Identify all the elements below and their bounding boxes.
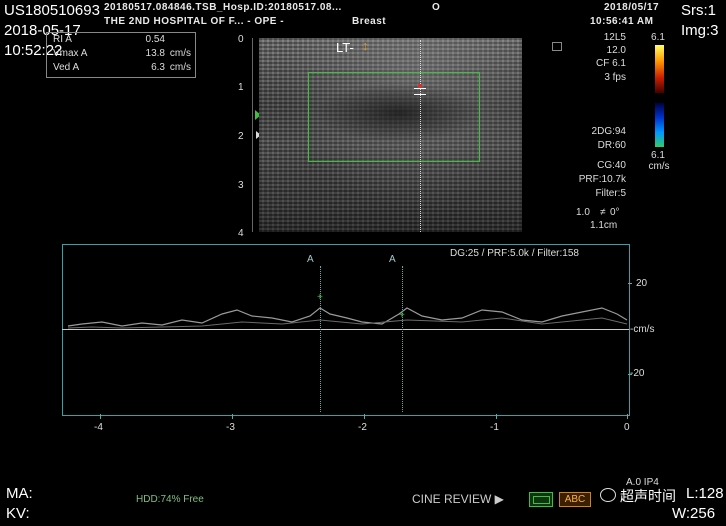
- param-dynamic-range: DR:60: [597, 140, 626, 151]
- measurement-value-vmax: 13.8: [145, 48, 165, 59]
- color-roi-box[interactable]: [308, 72, 480, 162]
- probe-name: 12L5: [603, 32, 626, 43]
- y-tick-20: [628, 283, 632, 284]
- gate-size: 1.1cm: [590, 220, 618, 231]
- window-value: W:256: [672, 505, 716, 522]
- measurement-box: RI A 0.54 Vmax A 13.8 cm/s Ved A 6.3 cm/…: [46, 32, 196, 78]
- series-counter: Srs:1: [681, 2, 717, 19]
- hdd-status: HDD:74% Free: [136, 494, 204, 505]
- param-2d-gain: 2DG:94: [591, 126, 626, 137]
- watermark-text: 超声时间: [620, 488, 676, 504]
- color-scale-top: 6.1: [651, 32, 665, 43]
- x-tick: [364, 414, 365, 419]
- param-prf: PRF:10.7k: [578, 174, 626, 185]
- kv-label: KV:: [6, 505, 30, 522]
- measurement-value-ri: 0.54: [145, 34, 165, 45]
- header-exam-type: Breast: [352, 16, 387, 27]
- depth-label-4: 4: [238, 228, 244, 239]
- level-value: L:128: [686, 485, 724, 502]
- color-scale-bottom: 6.1: [651, 150, 665, 161]
- color-scale-negative: [655, 103, 664, 147]
- patient-id: US180510693: [4, 2, 100, 19]
- x-label-neg3: -3: [226, 422, 235, 433]
- marker-a2-line: [402, 266, 403, 412]
- annotation-abc-button[interactable]: ABC: [559, 492, 591, 507]
- measurement-label-vmax: Vmax A: [53, 48, 88, 59]
- sample-gate-marker-icon: [418, 84, 422, 88]
- x-tick: [232, 414, 233, 419]
- sample-gate-top: [414, 88, 426, 89]
- ma-label: MA:: [6, 485, 33, 502]
- x-label-0: 0: [624, 422, 630, 433]
- color-scale-zero: [655, 93, 664, 95]
- param-color-gain: CG:40: [597, 160, 626, 171]
- color-scale-positive: [655, 45, 664, 93]
- x-tick: [496, 414, 497, 419]
- probe-orientation-icon: [552, 42, 562, 51]
- y-label-unit: -cm/s: [630, 324, 655, 335]
- loop-icon: [533, 496, 550, 504]
- marker-a2-label: A: [389, 254, 396, 265]
- measurement-label-ri: RI A: [53, 34, 72, 45]
- wechat-icon: [600, 488, 616, 502]
- system-time: 10:56:41 AM: [590, 16, 654, 27]
- param-filter: Filter:5: [595, 188, 626, 199]
- depth-label-3: 3: [238, 180, 244, 191]
- marker-a1-label: A: [307, 254, 314, 265]
- system-date: 2018/05/17: [604, 2, 660, 13]
- cine-loop-button[interactable]: [529, 492, 553, 507]
- angle-correction: 0°: [610, 207, 620, 218]
- depth-axis: [252, 38, 253, 232]
- x-label-neg1: -1: [490, 422, 499, 433]
- probe-frequency: 12.0: [606, 45, 626, 56]
- depth-label-2: 2: [238, 131, 244, 142]
- angle-scale: 1.0: [576, 207, 590, 218]
- y-label-20: 20: [636, 278, 648, 289]
- x-tick: [100, 414, 101, 419]
- frame-rate: 3 fps: [604, 72, 626, 83]
- image-annotation-label: LT-: [336, 40, 354, 55]
- header-file-info: 20180517.084846.TSB_Hosp.ID:20180517.08.…: [104, 2, 342, 13]
- x-label-neg4: -4: [94, 422, 103, 433]
- angle-correction-icon: ≠: [600, 207, 606, 218]
- cine-review-button[interactable]: CINE REVIEW ▶: [412, 492, 504, 506]
- depth-label-1: 1: [238, 82, 244, 93]
- measurement-unit-ved: cm/s: [169, 62, 191, 73]
- peak-caliper-icon: +: [317, 292, 323, 303]
- ed-caliper-icon: +: [399, 310, 405, 321]
- spectral-baseline: [62, 329, 629, 330]
- measurement-unit-vmax: cm/s: [169, 48, 191, 59]
- color-scale-unit: cm/s: [648, 161, 670, 172]
- y-label-neg20: -20: [630, 368, 645, 379]
- sample-gate-bottom: [414, 94, 426, 95]
- measurement-label-ved: Ved A: [53, 62, 80, 73]
- image-counter: Img:3: [681, 22, 719, 39]
- color-frequency: CF 6.1: [595, 58, 626, 69]
- depth-label-0: 0: [238, 34, 244, 45]
- doppler-cursor-line: [420, 40, 421, 232]
- header-hospital: THE 2ND HOSPITAL OF F... - OPE -: [104, 16, 285, 27]
- measurement-value-ved: 6.3: [151, 62, 165, 73]
- orientation-marker-icon: ↕: [362, 38, 369, 53]
- x-tick: [627, 414, 628, 419]
- header-mark: O: [432, 2, 441, 13]
- spectral-trace: [67, 307, 628, 329]
- marker-a1-line: [320, 266, 321, 412]
- x-label-neg2: -2: [358, 422, 367, 433]
